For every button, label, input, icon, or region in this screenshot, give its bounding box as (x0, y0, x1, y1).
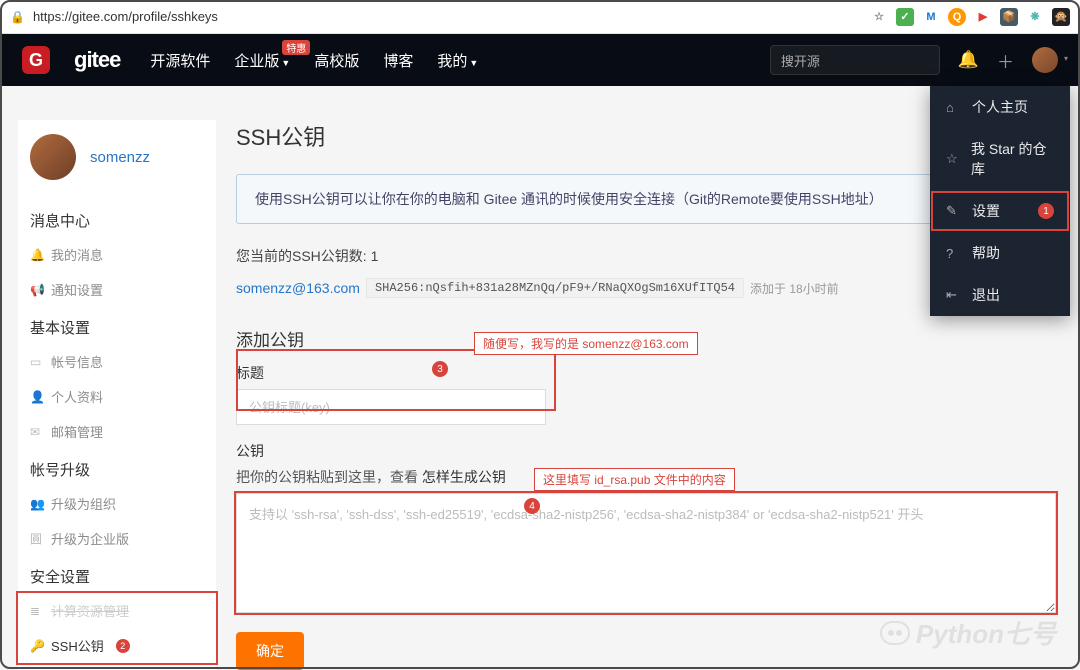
publickey-textarea[interactable] (236, 493, 1056, 613)
annotation-badge-2: 2 (116, 639, 130, 653)
sidebar-item-org[interactable]: 👥升级为组织 (18, 486, 216, 521)
ext-icon[interactable]: Q (948, 8, 966, 26)
dropdown-star[interactable]: ☆我 Star 的仓库 (930, 128, 1070, 190)
key-label: 公钥 (236, 441, 1062, 461)
sidebar-item-compute[interactable]: ≣计算资源管理 (18, 593, 216, 628)
lock-icon: 🔒 (10, 10, 25, 24)
ext-icon[interactable]: ❋ (1026, 8, 1044, 26)
ext-icon[interactable]: ▶ (974, 8, 992, 26)
nav-enterprise[interactable]: 企业版▼ 特惠 (234, 50, 290, 71)
search-input[interactable]: 搜开源 (770, 45, 940, 75)
logout-icon: ⇤ (946, 287, 960, 303)
dropdown-logout[interactable]: ⇤退出 (930, 274, 1070, 316)
sidebar-section: 基本设置 (18, 307, 216, 344)
avatar[interactable] (30, 134, 76, 180)
home-icon: ⌂ (946, 100, 960, 115)
avatar[interactable] (1032, 47, 1058, 73)
dropdown-home[interactable]: ⌂个人主页 (930, 86, 1070, 128)
profile-username[interactable]: somenzz (90, 149, 150, 166)
key-hash: SHA256:nQsfih+831a28MZnQq/pF9+/RNaQXOgSm… (366, 278, 744, 298)
sidebar-item-messages[interactable]: 🔔我的消息 (18, 237, 216, 272)
key-meta: 添加于 18小时前 (750, 280, 839, 297)
star-icon: ☆ (946, 151, 959, 167)
annotation-num-3: 3 (432, 361, 448, 377)
nav-mine[interactable]: 我的▼ (437, 50, 478, 71)
sidebar-item-sshkeys[interactable]: 🔑SSH公钥2 (18, 628, 216, 663)
building-icon: 圓 (30, 530, 43, 547)
key-icon: 🔑 (30, 639, 43, 653)
ext-icon[interactable]: ✓ (896, 8, 914, 26)
profile-block: somenzz (18, 120, 216, 200)
sound-icon: 📢 (30, 283, 43, 297)
title-label: 标题 (236, 363, 1062, 383)
bell-icon: 🔔 (30, 248, 43, 262)
ext-icon[interactable]: 📦 (1000, 8, 1018, 26)
sidebar-item-account[interactable]: ▭帐号信息 (18, 344, 216, 379)
sidebar-item-ent[interactable]: 圓升级为企业版 (18, 521, 216, 556)
bell-icon[interactable]: 🔔 (958, 50, 979, 70)
annotation-badge-1: 1 (1038, 203, 1054, 219)
user-dropdown: ⌂个人主页 ☆我 Star 的仓库 ✎设置1 ?帮助 ⇤退出 (930, 86, 1070, 316)
annotation-label-4: 这里填写 id_rsa.pub 文件中的内容 (534, 468, 735, 491)
sidebar-item-notify[interactable]: 📢通知设置 (18, 272, 216, 307)
dropdown-help[interactable]: ?帮助 (930, 232, 1070, 274)
watermark: Python七号 (880, 614, 1056, 651)
plus-icon[interactable]: ＋ (997, 48, 1014, 73)
sidebar-item-email[interactable]: ✉邮箱管理 (18, 414, 216, 449)
help-icon: ? (946, 246, 960, 261)
dropdown-settings[interactable]: ✎设置1 (930, 190, 1070, 232)
sidebar-section: 消息中心 (18, 200, 216, 237)
annotation-num-4: 4 (524, 498, 540, 514)
annotation-label-3: 随便写，我写的是 somenzz@163.com (474, 332, 698, 355)
gitee-logo-icon[interactable]: G (22, 46, 50, 74)
wechat-icon (880, 621, 910, 645)
key-email[interactable]: somenzz@163.com (236, 280, 360, 296)
nav-opensource[interactable]: 开源软件 (150, 50, 210, 71)
sidebar-item-profile[interactable]: 👤个人资料 (18, 379, 216, 414)
stack-icon: ≣ (30, 604, 43, 618)
nav-edu[interactable]: 高校版 (314, 50, 359, 71)
ext-icon[interactable]: 🙊 (1052, 8, 1070, 26)
user-icon: 👤 (30, 390, 43, 404)
header-nav: 开源软件 企业版▼ 特惠 高校版 博客 我的▼ (150, 50, 478, 71)
star-icon[interactable]: ☆ (870, 8, 888, 26)
url-text: https://gitee.com/profile/sshkeys (33, 9, 862, 24)
sidebar: somenzz 消息中心 🔔我的消息 📢通知设置 基本设置 ▭帐号信息 👤个人资… (18, 120, 216, 670)
edit-icon: ✎ (946, 203, 960, 219)
sidebar-section: 帐号升级 (18, 449, 216, 486)
id-icon: ▭ (30, 355, 43, 369)
mail-icon: ✉ (30, 425, 43, 439)
help-link[interactable]: 怎样生成公钥 (422, 469, 506, 485)
ext-icon[interactable]: M (922, 8, 940, 26)
extension-icons: ☆ ✓ M Q ▶ 📦 ❋ 🙊 (870, 8, 1070, 26)
title-input[interactable] (236, 389, 546, 425)
page-header: G gitee 开源软件 企业版▼ 特惠 高校版 博客 我的▼ 搜开源 🔔 ＋ (0, 34, 1080, 86)
gitee-logo-text[interactable]: gitee (74, 47, 120, 73)
submit-button[interactable]: 确定 (236, 632, 304, 670)
nav-blog[interactable]: 博客 (383, 50, 413, 71)
browser-address-bar: 🔒 https://gitee.com/profile/sshkeys ☆ ✓ … (0, 0, 1080, 34)
sidebar-section: 安全设置 (18, 556, 216, 593)
special-badge: 特惠 (282, 40, 310, 55)
group-icon: 👥 (30, 497, 43, 511)
